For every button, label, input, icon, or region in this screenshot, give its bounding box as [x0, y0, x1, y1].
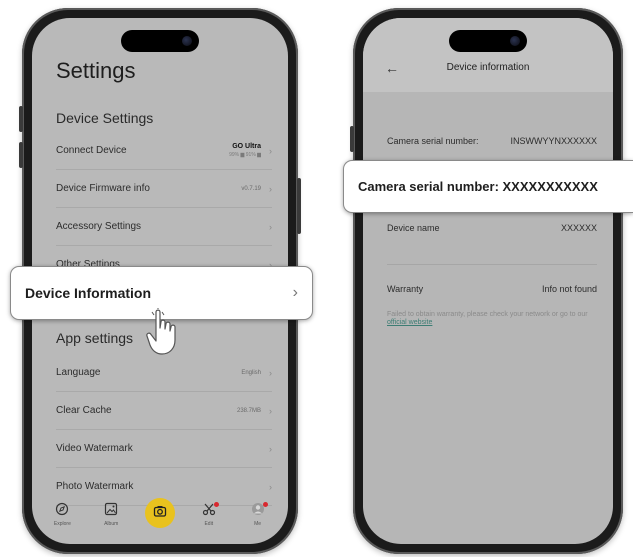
chevron-right-icon: ›: [292, 284, 298, 301]
settings-row-accessory[interactable]: Accessory Settings ›: [56, 208, 272, 246]
tab-album[interactable]: Album: [93, 502, 129, 527]
tab-explore[interactable]: Explore: [44, 502, 80, 527]
device-name-row: Device name XXXXXX: [387, 223, 597, 233]
tab-me[interactable]: Me: [240, 502, 276, 527]
serial-number-callout: Camera serial number: XXXXXXXXXXX: [343, 160, 633, 213]
section-title-device-settings: Device Settings: [56, 110, 154, 126]
settings-row-connect-device[interactable]: Connect Device GO Ultra 99% ▆ 91% ▆ ›: [56, 132, 272, 170]
phone-device-information: ← Device information Camera serial numbe…: [350, 8, 623, 554]
volume-button: [19, 106, 23, 132]
bottom-tab-bar: Explore Album Edit Me: [32, 498, 288, 544]
tab-edit[interactable]: Edit: [191, 502, 227, 527]
tab-label: Edit: [204, 521, 214, 527]
camera-button[interactable]: [144, 498, 175, 528]
chevron-right-icon: ›: [269, 367, 272, 378]
row-label: Clear Cache: [56, 405, 112, 416]
device-name-value: XXXXXX: [560, 223, 597, 233]
tap-hand-icon: [146, 307, 182, 356]
settings-row-clear-cache[interactable]: Clear Cache 238.7MB ›: [56, 392, 272, 430]
serial-number-callout-text: Camera serial number: XXXXXXXXXXX: [358, 179, 598, 194]
device-information-label: Device Information: [25, 285, 152, 301]
row-label: Accessory Settings: [56, 221, 142, 232]
warranty-note: Failed to obtain warranty, please check …: [387, 311, 599, 327]
tab-camera[interactable]: [142, 498, 178, 528]
row-label: Language: [56, 367, 101, 378]
dynamic-island: [449, 30, 527, 52]
row-label: Video Watermark: [56, 443, 133, 454]
divider: [387, 264, 597, 265]
power-button: [297, 178, 301, 234]
tab-label: Me: [254, 521, 262, 527]
warranty-note-text: Failed to obtain warranty, please check …: [387, 311, 588, 318]
firmware-version: v0.7.19: [241, 185, 261, 192]
page-title: Device information: [446, 62, 530, 73]
front-camera-lens: [510, 36, 520, 46]
notification-dot: [213, 502, 219, 507]
warranty-row: Warranty Info not found: [387, 284, 597, 294]
section-title-app-settings: App settings: [56, 330, 134, 346]
connected-device-info: GO Ultra 99% ▆ 91% ▆: [229, 143, 261, 158]
official-website-link[interactable]: official website: [387, 319, 432, 326]
battery-status: 99% ▆ 91% ▆: [229, 152, 261, 158]
chevron-right-icon: ›: [269, 183, 272, 194]
tab-label: Explore: [53, 521, 71, 527]
camera-icon: [153, 504, 167, 522]
settings-row-language[interactable]: Language English ›: [56, 354, 272, 392]
serial-value: INSWWYYNXXXXXX: [510, 136, 597, 146]
notification-dot: [262, 502, 268, 507]
row-label: Connect Device: [56, 145, 127, 156]
image-icon: [104, 502, 118, 520]
row-label: Photo Watermark: [56, 481, 134, 492]
cache-size: 238.7MB: [236, 407, 261, 414]
device-name-label: Device name: [387, 223, 440, 233]
device-information-screen: ← Device information Camera serial numbe…: [363, 18, 613, 544]
chevron-right-icon: ›: [269, 481, 272, 492]
serial-number-row: Camera serial number: INSWWYYNXXXXXX: [387, 136, 597, 146]
compass-icon: [55, 502, 69, 520]
settings-row-video-watermark[interactable]: Video Watermark ›: [56, 430, 272, 468]
page-title: Settings: [56, 58, 136, 83]
row-label: Device Firmware info: [56, 183, 150, 194]
volume-button: [350, 126, 354, 152]
serial-label: Camera serial number:: [387, 136, 479, 146]
chevron-right-icon: ›: [269, 443, 272, 454]
volume-button: [19, 142, 23, 168]
settings-row-firmware[interactable]: Device Firmware info v0.7.19 ›: [56, 170, 272, 208]
warranty-value: Info not found: [541, 284, 597, 294]
device-name: GO Ultra: [232, 143, 261, 150]
chevron-right-icon: ›: [269, 405, 272, 416]
front-camera-lens: [182, 36, 192, 46]
language-value: English: [241, 369, 261, 376]
dynamic-island: [121, 30, 199, 52]
warranty-label: Warranty: [387, 284, 424, 294]
chevron-right-icon: ›: [269, 145, 272, 156]
chevron-right-icon: ›: [269, 221, 272, 232]
tab-label: Album: [104, 521, 119, 527]
